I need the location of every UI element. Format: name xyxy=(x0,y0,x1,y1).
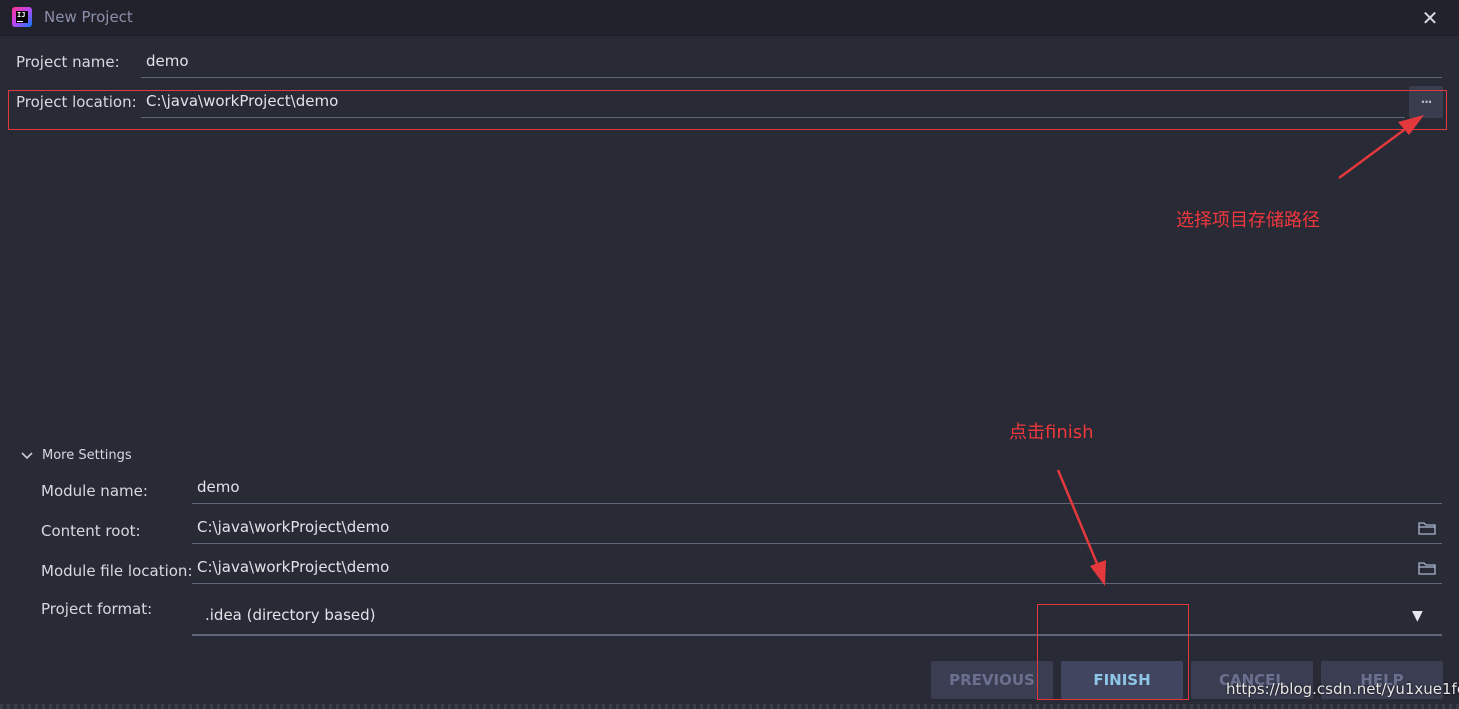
intellij-idea-icon: IJ xyxy=(12,7,32,27)
location-highlight-box xyxy=(8,90,1447,130)
project-name-label: Project name: xyxy=(16,53,120,71)
chevron-down-icon[interactable] xyxy=(18,447,36,465)
triangle-down-icon: ▼ xyxy=(1412,608,1423,624)
more-settings-label[interactable]: More Settings xyxy=(42,448,132,463)
module-file-location-value: C:\java\workProject\demo xyxy=(197,558,390,576)
project-format-dropdown[interactable]: .idea (directory based) ▼ xyxy=(192,598,1442,636)
module-file-location-input[interactable]: C:\java\workProject\demo xyxy=(192,554,1442,584)
watermark-url: https://blog.csdn.net/yu1xue1fei xyxy=(1226,680,1459,698)
finish-highlight-box xyxy=(1037,604,1189,700)
module-name-input[interactable]: demo xyxy=(192,474,1442,504)
content-root-value: C:\java\workProject\demo xyxy=(197,518,390,536)
finish-annotation-text: 点击finish xyxy=(1009,422,1094,443)
module-name-value: demo xyxy=(197,478,240,496)
bottom-strip xyxy=(0,704,1459,709)
project-name-input[interactable]: demo xyxy=(141,48,1442,78)
folder-icon[interactable] xyxy=(1418,521,1436,535)
new-project-dialog: IJ New Project ✕ Project name: demo Proj… xyxy=(0,0,1459,709)
location-annotation-text: 选择项目存储路径 xyxy=(1176,210,1320,231)
project-format-label: Project format: xyxy=(41,600,153,618)
close-icon[interactable]: ✕ xyxy=(1416,4,1444,32)
content-root-label: Content root: xyxy=(41,522,141,540)
module-file-location-label: Module file location: xyxy=(41,562,193,580)
window-title: New Project xyxy=(44,8,133,26)
project-name-value: demo xyxy=(146,52,189,70)
content-root-input[interactable]: C:\java\workProject\demo xyxy=(192,514,1442,544)
previous-button[interactable]: PREVIOUS xyxy=(931,661,1053,699)
folder-icon[interactable] xyxy=(1418,561,1436,575)
module-name-label: Module name: xyxy=(41,482,148,500)
title-bar: IJ New Project ✕ xyxy=(0,0,1459,36)
project-format-value: .idea (directory based) xyxy=(205,606,376,624)
